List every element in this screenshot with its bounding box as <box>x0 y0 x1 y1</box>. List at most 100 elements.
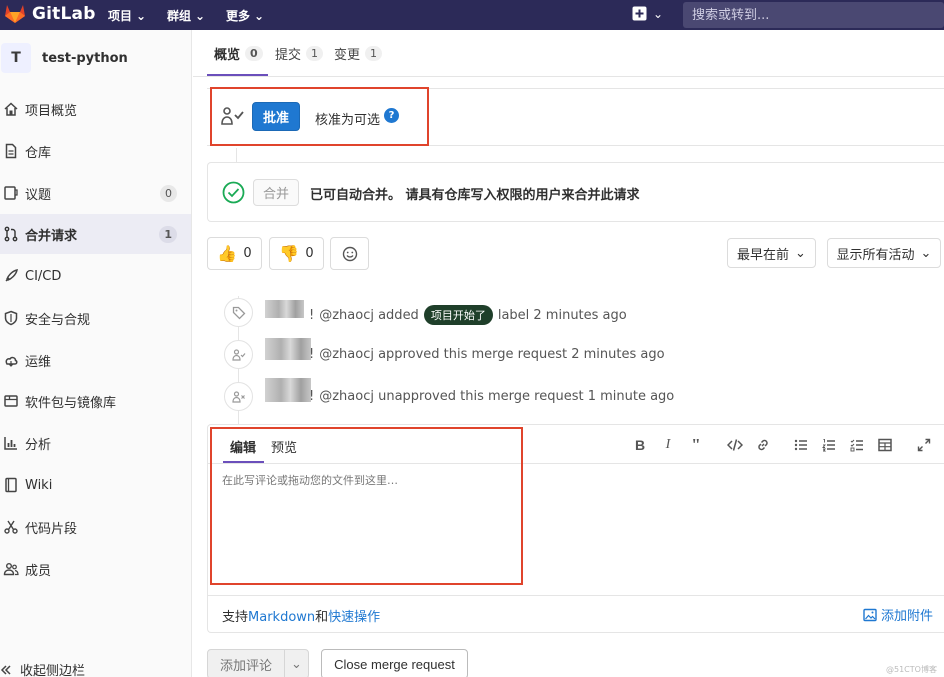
quick-actions-link[interactable]: 快速操作 <box>328 610 380 625</box>
bullet-list-icon[interactable] <box>793 437 809 453</box>
sidebar-item-security[interactable]: 安全与合规 <box>0 298 191 338</box>
merge-button[interactable]: 合并 <box>253 179 299 206</box>
menu-groups[interactable]: 群组 ⌄ <box>167 7 205 24</box>
sidebar-item-packages[interactable]: 软件包与镜像库 <box>0 381 191 421</box>
numbered-list-icon[interactable] <box>821 437 837 453</box>
add-comment-label[interactable]: 添加评论 <box>208 655 284 674</box>
thumbs-up-button[interactable]: 👍 0 <box>207 237 262 270</box>
tab-commits-count: 1 <box>306 46 324 61</box>
cloud-icon <box>5 356 18 367</box>
redacted-avatar <box>265 338 311 360</box>
sidebar-item-operations[interactable]: 运维 <box>0 340 191 380</box>
task-list-icon[interactable] <box>849 437 865 453</box>
add-comment-split-button[interactable]: 添加评论 ⌄ <box>207 649 309 677</box>
user-remove-icon <box>231 390 245 403</box>
chevron-down-icon: ⌄ <box>136 8 147 23</box>
add-reaction-button[interactable] <box>330 237 369 270</box>
tabs-divider <box>193 76 944 77</box>
label-badge[interactable]: 项目开始了 <box>423 305 493 325</box>
note-text: @zhaocj unapproved this merge request 1 … <box>319 389 675 404</box>
comment-footer-divider <box>208 595 944 596</box>
gitlab-logo[interactable]: GitLab <box>4 4 96 24</box>
bold-icon[interactable]: B <box>632 437 648 453</box>
brand-name: GitLab <box>32 4 96 24</box>
menu-projects[interactable]: 项目 ⌄ <box>108 7 146 24</box>
scissors-icon <box>4 520 18 534</box>
chevron-down-icon: ⌄ <box>795 245 806 261</box>
note-prefix: ! <box>309 347 315 362</box>
link-icon[interactable] <box>755 437 771 453</box>
sidebar-item-members[interactable]: 成员 <box>0 549 191 589</box>
thumbs-up-icon: 👍 <box>217 244 238 263</box>
tag-icon <box>232 306 245 319</box>
sidebar-item-cicd[interactable]: CI/CD <box>0 256 191 296</box>
table-icon[interactable] <box>877 437 893 453</box>
thumbs-down-button[interactable]: 👎 0 <box>269 237 324 270</box>
timeline-note-label: ! @zhaocj added 项目开始了 label 2 minutes ag… <box>309 305 627 325</box>
sidebar-item-label: 安全与合规 <box>25 312 91 328</box>
tab-overview-count: 0 <box>245 46 263 61</box>
image-icon <box>863 608 877 621</box>
chart-icon <box>4 437 17 450</box>
chevron-down-icon[interactable]: ⌄ <box>284 650 308 677</box>
check-circle-icon <box>222 181 245 204</box>
tab-overview[interactable]: 概览 0 <box>214 44 263 63</box>
timeline-connector <box>236 148 237 162</box>
new-dropdown[interactable]: ⌄ <box>632 6 663 21</box>
thumbs-down-icon: 👎 <box>279 244 300 263</box>
sidebar-item-issues[interactable]: 议题 0 <box>0 173 191 213</box>
sidebar-item-label: 项目概览 <box>25 103 78 119</box>
markdown-help-text: 支持Markdown和快速操作 <box>222 606 380 625</box>
rocket-icon <box>5 269 18 282</box>
activity-filter-dropdown[interactable]: 显示所有活动 ⌄ <box>827 238 941 268</box>
quote-icon[interactable]: " <box>688 435 704 454</box>
tab-overview-label: 概览 <box>214 48 241 63</box>
user-check-icon <box>231 348 245 361</box>
chevron-down-icon: ⌄ <box>195 8 206 23</box>
doc-icon <box>5 143 17 159</box>
sidebar-item-label: 代码片段 <box>25 521 78 537</box>
package-icon <box>4 395 18 407</box>
redacted-avatar <box>265 378 311 402</box>
sidebar-item-repository[interactable]: 仓库 <box>0 131 191 171</box>
sidebar-item-snippets[interactable]: 代码片段 <box>0 507 191 547</box>
attach-file-button[interactable]: 添加附件 <box>863 605 933 624</box>
note-text: label 2 minutes ago <box>497 307 627 323</box>
thumbs-down-count: 0 <box>305 246 314 261</box>
issues-icon <box>4 186 18 200</box>
sidebar-item-overview[interactable]: 项目概览 <box>0 89 191 129</box>
collapse-sidebar-button[interactable]: 收起侧边栏 <box>0 660 85 677</box>
sidebar-project[interactable]: T test-python <box>0 43 128 73</box>
sidebar-item-wiki[interactable]: Wiki <box>0 465 191 505</box>
merge-request-icon <box>4 226 18 242</box>
fullscreen-icon[interactable] <box>916 437 932 453</box>
tab-changes[interactable]: 变更 1 <box>334 44 383 63</box>
highlight-box-comment <box>210 427 523 585</box>
note-text: @zhaocj added <box>319 307 419 323</box>
book-icon <box>5 477 17 493</box>
sidebar-item-analytics[interactable]: 分析 <box>0 423 191 463</box>
code-icon[interactable] <box>727 437 743 453</box>
timeline-note-approved: ! @zhaocj approved this merge request 2 … <box>309 347 665 362</box>
project-name: test-python <box>42 50 128 66</box>
shield-icon <box>4 310 18 326</box>
tab-commits[interactable]: 提交 1 <box>275 44 324 63</box>
sort-order-dropdown[interactable]: 最早在前 ⌄ <box>727 238 816 268</box>
sidebar-item-label: 合并请求 <box>25 228 78 244</box>
thumbs-up-count: 0 <box>243 246 252 261</box>
collapse-sidebar-label: 收起侧边栏 <box>20 664 86 677</box>
sidebar-item-merge-requests[interactable]: 合并请求 1 <box>0 214 191 254</box>
home-icon <box>4 102 18 116</box>
menu-more-label: 更多 <box>226 9 251 23</box>
menu-more[interactable]: 更多 ⌄ <box>226 7 264 24</box>
project-avatar: T <box>1 43 31 73</box>
redacted-avatar <box>265 300 304 318</box>
close-merge-request-button[interactable]: Close merge request <box>321 649 468 677</box>
markdown-link[interactable]: Markdown <box>248 610 315 625</box>
top-navbar: GitLab 项目 ⌄ 群组 ⌄ 更多 ⌄ ⌄ <box>0 0 944 30</box>
sidebar-item-label: 分析 <box>25 437 52 453</box>
italic-icon[interactable]: I <box>660 437 676 453</box>
footer-and: 和 <box>315 610 329 625</box>
search-input[interactable] <box>683 2 944 28</box>
sidebar-item-label: 仓库 <box>25 145 52 161</box>
